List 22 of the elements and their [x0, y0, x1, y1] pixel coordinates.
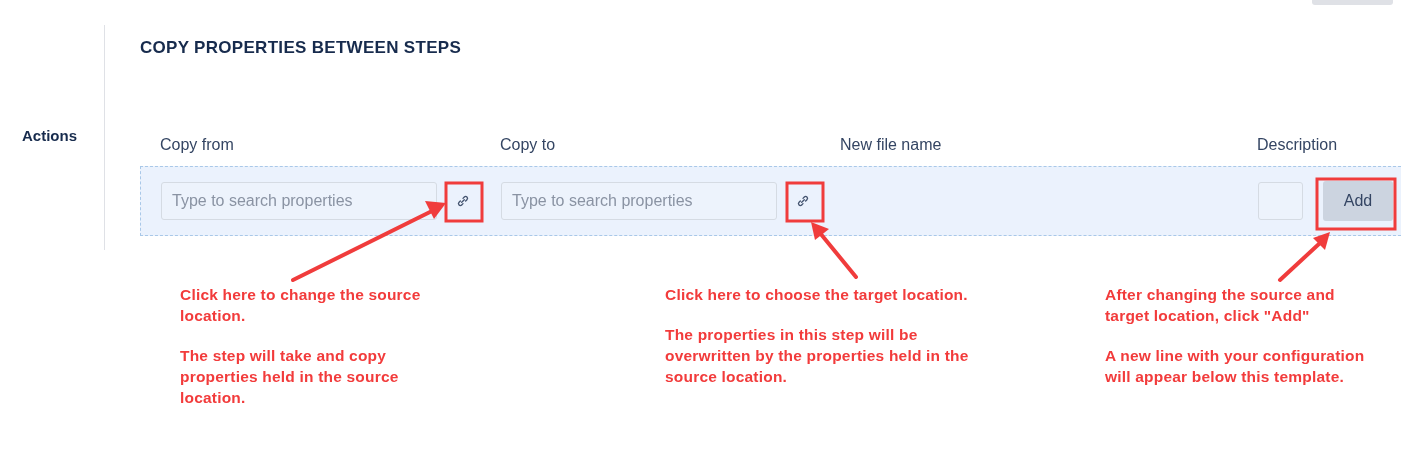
annotation-text: Click here to change the source location. — [180, 285, 422, 326]
annotation-text: After changing the source and target location, click "Add" — [1105, 285, 1336, 326]
column-header: Copy from — [160, 136, 235, 154]
annotation-text: A new line with your configuration will appear below this template. — [1105, 346, 1366, 387]
column-header: New file name — [840, 136, 943, 154]
column-header: Description — [1257, 136, 1339, 154]
highlight-box — [785, 181, 825, 223]
highlight-box — [444, 181, 484, 223]
annotation-text: Click here to choose the target location. — [665, 285, 969, 305]
column-header: Copy to — [500, 136, 557, 154]
section-label: Actions — [22, 127, 77, 144]
section-title: COPY PROPERTIES BETWEEN STEPS — [140, 38, 463, 59]
add-button[interactable]: Add — [1323, 181, 1393, 221]
search-field[interactable]: Type to search properties — [501, 182, 777, 220]
search-field[interactable]: Type to search properties — [161, 182, 437, 220]
link-icon[interactable] — [796, 194, 810, 208]
arrow — [811, 222, 858, 279]
link-icon[interactable] — [456, 194, 470, 208]
description-field[interactable] — [1258, 182, 1303, 220]
arrow — [1278, 232, 1330, 282]
annotation-text: The step will take and copy properties held in the source location. — [180, 346, 400, 408]
annotation-text: The properties in this step will be overwritten by the properties held in the source location. — [665, 325, 970, 387]
